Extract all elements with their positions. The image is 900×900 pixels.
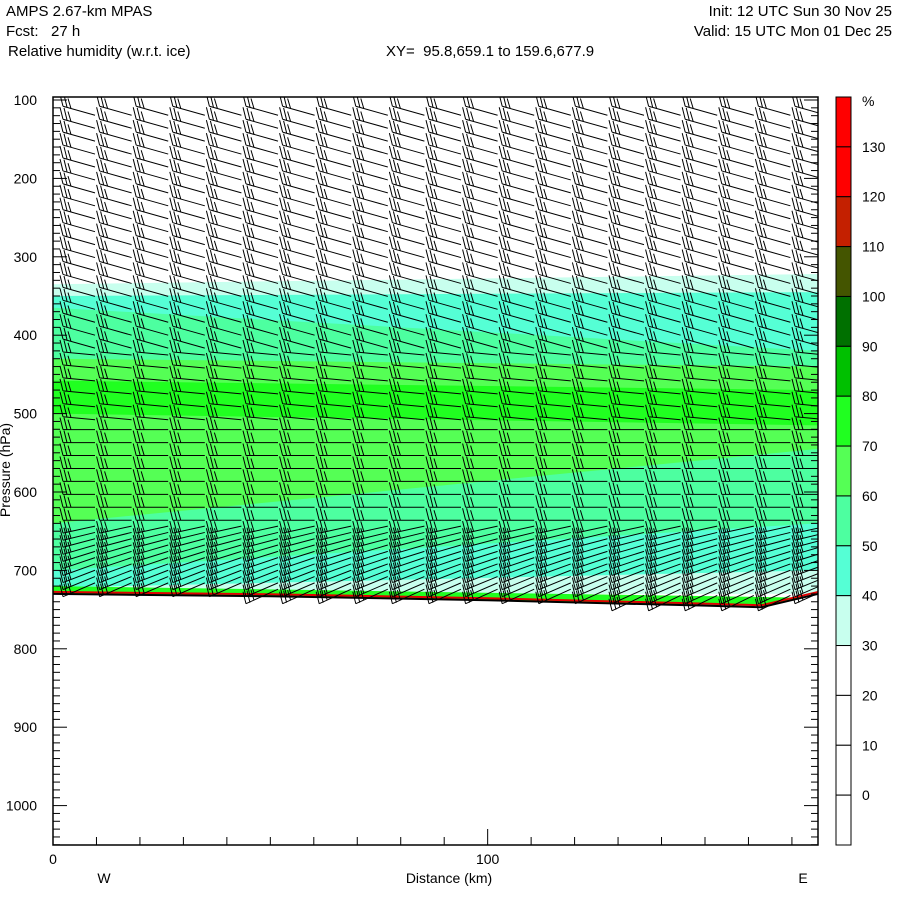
colorbar-box <box>835 246 852 297</box>
y-tick-label: 200 <box>14 170 38 186</box>
colorbar-box <box>835 794 852 846</box>
colorbar-label: 60 <box>862 488 878 504</box>
colorbar-box <box>835 146 852 198</box>
colorbar-box <box>835 196 852 248</box>
colorbar-box <box>835 495 852 547</box>
cross-section-figure: AMPS 2.67-km MPAS Fcst: 27 h Relative hu… <box>0 0 900 900</box>
y-tick-label: 700 <box>14 562 38 578</box>
colorbar-label: 40 <box>862 588 878 604</box>
colorbar-box <box>835 295 852 347</box>
y-tick-label: 1000 <box>6 798 37 814</box>
x-axis-label: Distance (km) <box>406 870 492 886</box>
y-tick-label: 800 <box>14 641 38 657</box>
colorbar-label: 70 <box>862 438 878 454</box>
colorbar-box <box>835 645 852 696</box>
y-axis-label: Pressure (hPa) <box>0 423 13 517</box>
colorbar-box <box>835 545 852 597</box>
colorbar-box <box>835 595 852 647</box>
colorbar-label: 130 <box>862 139 886 155</box>
plot-area: 10020030040050060070080090010000 100W EDis… <box>0 92 886 886</box>
east-label: E <box>798 870 807 886</box>
colorbar-label: 30 <box>862 638 878 654</box>
colorbar-box <box>835 345 852 397</box>
y-tick-label: 600 <box>14 484 38 500</box>
colorbar-box <box>835 96 852 148</box>
colorbar-box <box>835 395 852 447</box>
colorbar-label: 110 <box>862 239 885 255</box>
colorbar-label: 100 <box>862 288 886 304</box>
terrain-below-surface <box>53 593 818 845</box>
colorbar-label: 20 <box>862 687 878 703</box>
colorbar-label: 120 <box>862 189 886 205</box>
colorbar-label: 10 <box>862 737 878 753</box>
y-tick-label: 100 <box>14 92 38 108</box>
y-tick-label: 300 <box>14 249 38 265</box>
y-tick-label: 400 <box>14 327 38 343</box>
colorbar-unit: % <box>862 93 874 109</box>
colorbar-label: 0 <box>862 787 870 803</box>
colorbar-box <box>835 445 852 497</box>
west-label: W <box>97 870 111 886</box>
colorbar-label: 80 <box>862 388 878 404</box>
colorbar-label: 50 <box>862 538 878 554</box>
colorbar-label: 90 <box>862 338 878 354</box>
x-tick-label: 0 <box>49 851 57 867</box>
colorbar-box <box>835 694 852 746</box>
y-tick-label: 900 <box>14 719 38 735</box>
x-tick-label: 100 <box>476 851 500 867</box>
colorbar-box <box>835 744 852 796</box>
y-tick-label: 500 <box>14 406 38 422</box>
